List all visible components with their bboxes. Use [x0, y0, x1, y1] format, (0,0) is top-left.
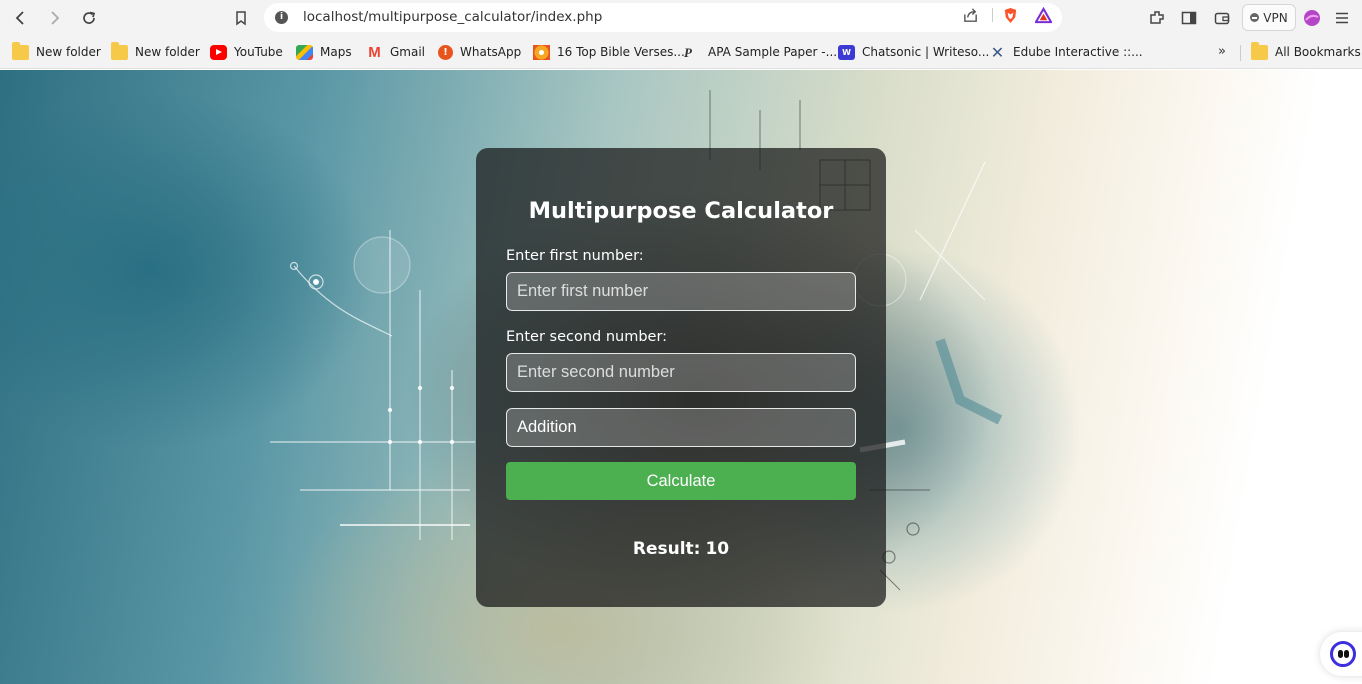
bookmark-label: Maps [320, 45, 352, 59]
bookmark-label: Chatsonic | Writeso... [862, 45, 990, 59]
result-value: 10 [705, 539, 730, 559]
bookmark-bible-verses[interactable]: 16 Top Bible Verses... [533, 43, 685, 61]
more-bookmarks-button[interactable]: » [1218, 44, 1226, 59]
bookmark-label: WhatsApp [460, 45, 522, 59]
folder-icon [12, 41, 29, 60]
bookmark-youtube[interactable]: YouTube [210, 43, 283, 61]
bookmark-apa-sample[interactable]: P APA Sample Paper -... [684, 43, 837, 61]
menu-icon[interactable] [1332, 8, 1352, 28]
forward-icon[interactable] [43, 7, 65, 29]
sidebar-icon[interactable] [1179, 8, 1199, 28]
result-display: Result: 10 [476, 539, 886, 559]
bookmark-label: New folder [36, 45, 101, 59]
calculator-card: Multipurpose Calculator Enter first numb… [476, 148, 886, 607]
bookmark-label: Edube Interactive ::... [1013, 45, 1143, 59]
brave-shield-icon[interactable] [1001, 6, 1019, 24]
back-icon[interactable] [10, 7, 32, 29]
assistant-face-icon [1330, 641, 1356, 667]
page-viewport: Multipurpose Calculator Enter first numb… [0, 70, 1362, 684]
extensions-icon[interactable] [1147, 8, 1167, 28]
bookmark-label: 16 Top Bible Verses... [557, 45, 685, 59]
vpn-status-icon [1250, 13, 1260, 22]
first-number-input[interactable] [506, 272, 856, 311]
bookmark-whatsapp[interactable]: ! WhatsApp [438, 43, 521, 61]
bookmark-label: APA Sample Paper -... [708, 45, 838, 59]
bookmark-label: YouTube [234, 45, 283, 59]
bookmark-edube[interactable]: ✕ Edube Interactive ::... [989, 43, 1143, 61]
gmail-icon: M [368, 43, 381, 61]
chatsonic-icon: W [838, 44, 855, 60]
page-title: Multipurpose Calculator [528, 198, 834, 224]
bookmark-gmail[interactable]: M Gmail [366, 43, 425, 61]
whatsapp-icon: ! [438, 44, 453, 60]
bookmark-label: Gmail [390, 45, 426, 59]
folder-icon [111, 41, 128, 60]
bookmark-label: New folder [135, 45, 200, 59]
first-number-label: Enter first number: [506, 248, 644, 264]
edube-icon: ✕ [990, 42, 1005, 62]
bookmark-chatsonic[interactable]: W Chatsonic | Writeso... [838, 43, 989, 61]
bookmarks-divider [1240, 45, 1241, 61]
address-divider [992, 8, 993, 22]
leo-ai-icon[interactable] [1302, 8, 1322, 28]
bookmarks-bar: New folder New folder YouTube Maps M Gma… [0, 36, 1362, 69]
brave-rewards-icon[interactable] [1034, 6, 1052, 24]
reload-icon[interactable] [78, 7, 100, 29]
maps-icon [296, 44, 313, 60]
all-bookmarks-folder[interactable]: All Bookmarks [1251, 41, 1361, 61]
operation-select[interactable]: Addition [506, 408, 856, 447]
bookmark-label: All Bookmarks [1275, 45, 1361, 59]
wallet-icon[interactable] [1212, 8, 1232, 28]
youtube-icon [210, 44, 227, 60]
apa-icon: P [684, 44, 692, 60]
address-bar[interactable]: i localhost/multipurpose_calculator/inde… [264, 3, 1062, 32]
url-text[interactable]: localhost/multipurpose_calculator/index.… [303, 9, 602, 25]
bookmark-maps[interactable]: Maps [296, 43, 352, 61]
bible-icon [533, 44, 550, 60]
bookmark-new-folder-2[interactable]: New folder [111, 41, 200, 61]
second-number-label: Enter second number: [506, 329, 668, 345]
bookmark-new-folder-1[interactable]: New folder [12, 41, 101, 61]
folder-icon [1251, 41, 1268, 60]
share-icon[interactable] [961, 6, 979, 24]
browser-toolbar: i localhost/multipurpose_calculator/inde… [0, 0, 1362, 36]
vpn-label: VPN [1263, 10, 1288, 25]
result-label: Result: [632, 539, 701, 559]
vpn-button[interactable]: VPN [1242, 4, 1296, 31]
chat-assistant-widget[interactable] [1320, 632, 1362, 676]
calculate-button[interactable]: Calculate [506, 462, 856, 500]
bookmark-icon[interactable] [230, 7, 252, 29]
second-number-input[interactable] [506, 353, 856, 392]
site-info-icon[interactable]: i [275, 11, 288, 24]
